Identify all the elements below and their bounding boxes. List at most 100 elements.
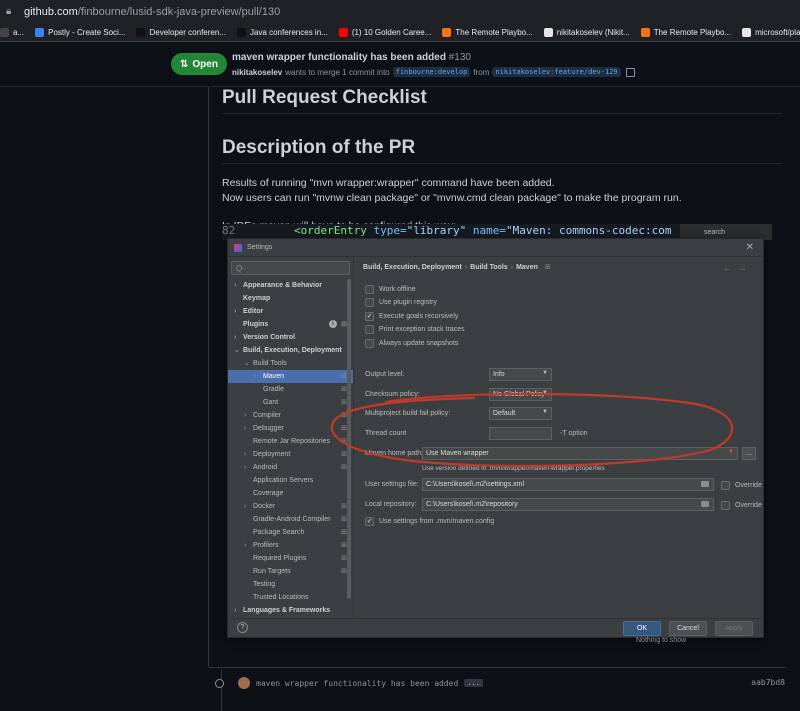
chevron-icon: ⌄ bbox=[244, 360, 250, 367]
maven-option-row[interactable]: Work offline bbox=[365, 283, 416, 295]
settings-tree-item[interactable]: Remote Jar Repositories ⊞ bbox=[228, 435, 353, 448]
option-checkbox[interactable] bbox=[365, 298, 374, 307]
description-line-1: Results of running "mvn wrapper:wrapper"… bbox=[222, 177, 555, 189]
bookmark-item[interactable]: The Remote Playbo... bbox=[640, 28, 731, 37]
settings-tree-item[interactable]: › Version Control bbox=[228, 331, 353, 344]
settings-tree-item[interactable]: Keymap bbox=[228, 292, 353, 305]
settings-tree-item[interactable]: › Appearance & Behavior bbox=[228, 279, 353, 292]
commit-sha[interactable]: aab7bd8 bbox=[751, 678, 785, 687]
settings-tree-item[interactable]: › Profilers ⊞ bbox=[228, 539, 353, 552]
bookmark-item[interactable]: Postly - Create Soci... bbox=[35, 28, 125, 37]
apply-button[interactable]: Apply bbox=[715, 621, 753, 636]
ok-button[interactable]: OK bbox=[623, 621, 661, 636]
expand-commit-button[interactable]: ... bbox=[464, 679, 483, 687]
base-branch[interactable]: finbourne:develop bbox=[392, 67, 471, 77]
settings-tree-item[interactable]: Gradle ⊞ bbox=[228, 383, 353, 396]
local-repo-input[interactable]: C:\Users\kosel\.m2\repository bbox=[422, 498, 714, 511]
chevron-icon: › bbox=[244, 503, 247, 510]
address-bar[interactable]: 🔒︎ github.com/finbourne/lusid-sdk-java-p… bbox=[0, 0, 800, 24]
settings-tree-item[interactable]: › Debugger ⊞ bbox=[228, 422, 353, 435]
chevron-icon: › bbox=[234, 308, 237, 315]
option-checkbox[interactable] bbox=[365, 338, 374, 348]
multiproject-select[interactable]: Default ▼ bbox=[489, 407, 552, 420]
avatar[interactable] bbox=[238, 677, 250, 689]
author-link[interactable]: nikitakoselev bbox=[232, 68, 282, 77]
option-checkbox[interactable] bbox=[365, 325, 374, 334]
settings-tree-item[interactable]: › Android ⊞ bbox=[228, 461, 353, 474]
settings-tree-item[interactable]: › Docker ⊞ bbox=[228, 500, 353, 513]
settings-tree-item[interactable]: Gant ⊞ bbox=[228, 396, 353, 409]
use-mvn-config-row[interactable]: ✓ Use settings from .mvn/maven.config bbox=[365, 515, 494, 527]
bookmark-item[interactable]: microsoft/playwrig... bbox=[742, 28, 800, 37]
chevron-icon: › bbox=[234, 334, 237, 341]
settings-tree-item[interactable]: › Compiler ⊞ bbox=[228, 409, 353, 422]
favicon-icon bbox=[640, 28, 650, 37]
settings-tree-item[interactable]: › Editor bbox=[228, 305, 353, 318]
settings-tree-item[interactable]: Package Search ⊞ bbox=[228, 526, 353, 539]
checksum-select[interactable]: No Global Policy ▼ bbox=[489, 388, 552, 401]
favicon-icon bbox=[742, 28, 752, 37]
settings-tree-item[interactable]: Plugins i ⊞ bbox=[228, 318, 353, 331]
bookmark-item[interactable]: nikitakoselev (Nikit... bbox=[543, 28, 630, 37]
user-settings-input[interactable]: C:\Users\kosel\.m2\settings.xml bbox=[422, 478, 714, 491]
maven-home-select[interactable]: Use Maven wrapper ▼ bbox=[422, 447, 738, 460]
dialog-titlebar[interactable]: Settings ✕ bbox=[228, 239, 763, 257]
maven-settings-panel: Build, Execution, Deployment › Build Tool… bbox=[355, 257, 763, 620]
settings-tree-item[interactable]: ⌄ Build Tools bbox=[228, 357, 353, 370]
copy-icon[interactable] bbox=[625, 67, 635, 77]
bookmark-item[interactable]: The Remote Playbo... bbox=[442, 28, 533, 37]
bookmark-item[interactable]: a... bbox=[0, 28, 24, 37]
maven-option-row[interactable]: ✓ Execute goals recursively bbox=[365, 310, 458, 322]
commit-message[interactable]: maven wrapper functionality has been add… bbox=[256, 679, 458, 688]
cancel-button[interactable]: Cancel bbox=[669, 621, 707, 636]
override-checkbox[interactable] bbox=[721, 480, 730, 490]
settings-tree-item[interactable]: ⌄ Build, Execution, Deployment bbox=[228, 344, 353, 357]
settings-dialog: Settings ✕ Q- › Appearance & Behavior Keym… bbox=[227, 238, 764, 638]
settings-tree-panel: Q- › Appearance & Behavior Keymap › Editor Pl… bbox=[228, 257, 354, 620]
settings-search-input[interactable]: Q- bbox=[231, 261, 350, 275]
bookmark-item[interactable]: Java conferences in... bbox=[236, 28, 328, 37]
favicon-icon bbox=[543, 28, 553, 37]
browse-button[interactable]: … bbox=[742, 447, 756, 460]
chevron-down-icon: ▼ bbox=[542, 370, 548, 376]
settings-tree-item[interactable]: Testing bbox=[228, 578, 353, 591]
close-icon[interactable]: ✕ bbox=[746, 242, 754, 253]
folder-icon[interactable] bbox=[701, 481, 709, 487]
settings-tree-item[interactable]: › Deployment ⊞ bbox=[228, 448, 353, 461]
override-user-settings[interactable]: Override bbox=[721, 479, 762, 491]
help-button[interactable]: ? bbox=[237, 622, 248, 633]
chevron-icon: › bbox=[244, 425, 247, 432]
commit-icon bbox=[215, 678, 224, 688]
pull-request-icon: ⇅ bbox=[180, 58, 189, 70]
option-checkbox[interactable] bbox=[365, 284, 374, 294]
maven-option-row[interactable]: Print exception stack traces bbox=[365, 324, 465, 336]
settings-tree-item[interactable]: Gradle-Android Compiler ⊞ bbox=[228, 513, 353, 526]
settings-tree-item[interactable]: Application Servers bbox=[228, 474, 353, 487]
use-mvn-config-checkbox[interactable]: ✓ bbox=[365, 516, 374, 526]
folder-icon[interactable] bbox=[701, 501, 709, 507]
description-line-2: Now users can run "mvnw clean package" o… bbox=[222, 192, 682, 204]
bookmark-item[interactable]: (1) 10 Golden Caree... bbox=[338, 28, 431, 37]
intellij-icon bbox=[234, 243, 242, 252]
output-level-select[interactable]: Info ▼ bbox=[489, 368, 552, 381]
pr-title[interactable]: maven wrapper functionality has been add… bbox=[232, 52, 471, 63]
url-text[interactable]: github.com/finbourne/lusid-sdk-java-prev… bbox=[24, 6, 280, 18]
settings-tree-item[interactable]: Coverage bbox=[228, 487, 353, 500]
settings-tree-item[interactable]: › Maven ⊞ bbox=[228, 370, 353, 383]
bookmark-item[interactable]: Developer conferen... bbox=[136, 28, 226, 37]
tree-scrollbar[interactable] bbox=[347, 279, 351, 599]
maven-option-row[interactable]: Always update snapshots bbox=[365, 337, 458, 349]
maven-option-row[interactable]: Use plugin registry bbox=[365, 297, 437, 309]
option-checkbox[interactable]: ✓ bbox=[365, 311, 374, 321]
override-local-repo[interactable]: Override bbox=[721, 499, 762, 511]
settings-tree-item[interactable]: Run Targets ⊞ bbox=[228, 565, 353, 578]
head-branch[interactable]: nikitakoselev:feature/dev-129 bbox=[492, 67, 621, 77]
thread-count-input[interactable] bbox=[489, 427, 552, 440]
settings-tree-item[interactable]: › Languages & Frameworks bbox=[228, 604, 353, 617]
nav-arrows[interactable]: ←→ bbox=[723, 263, 753, 273]
pr-subtitle: nikitakoselev wants to merge 1 commit in… bbox=[232, 67, 635, 77]
maven-home-hint: Use version defined in .mvn/wrapper/mave… bbox=[422, 465, 605, 472]
settings-tree-item[interactable]: Required Plugins ⊞ bbox=[228, 552, 353, 565]
settings-tree-item[interactable]: Trusted Locations bbox=[228, 591, 353, 604]
override-checkbox[interactable] bbox=[721, 500, 730, 510]
